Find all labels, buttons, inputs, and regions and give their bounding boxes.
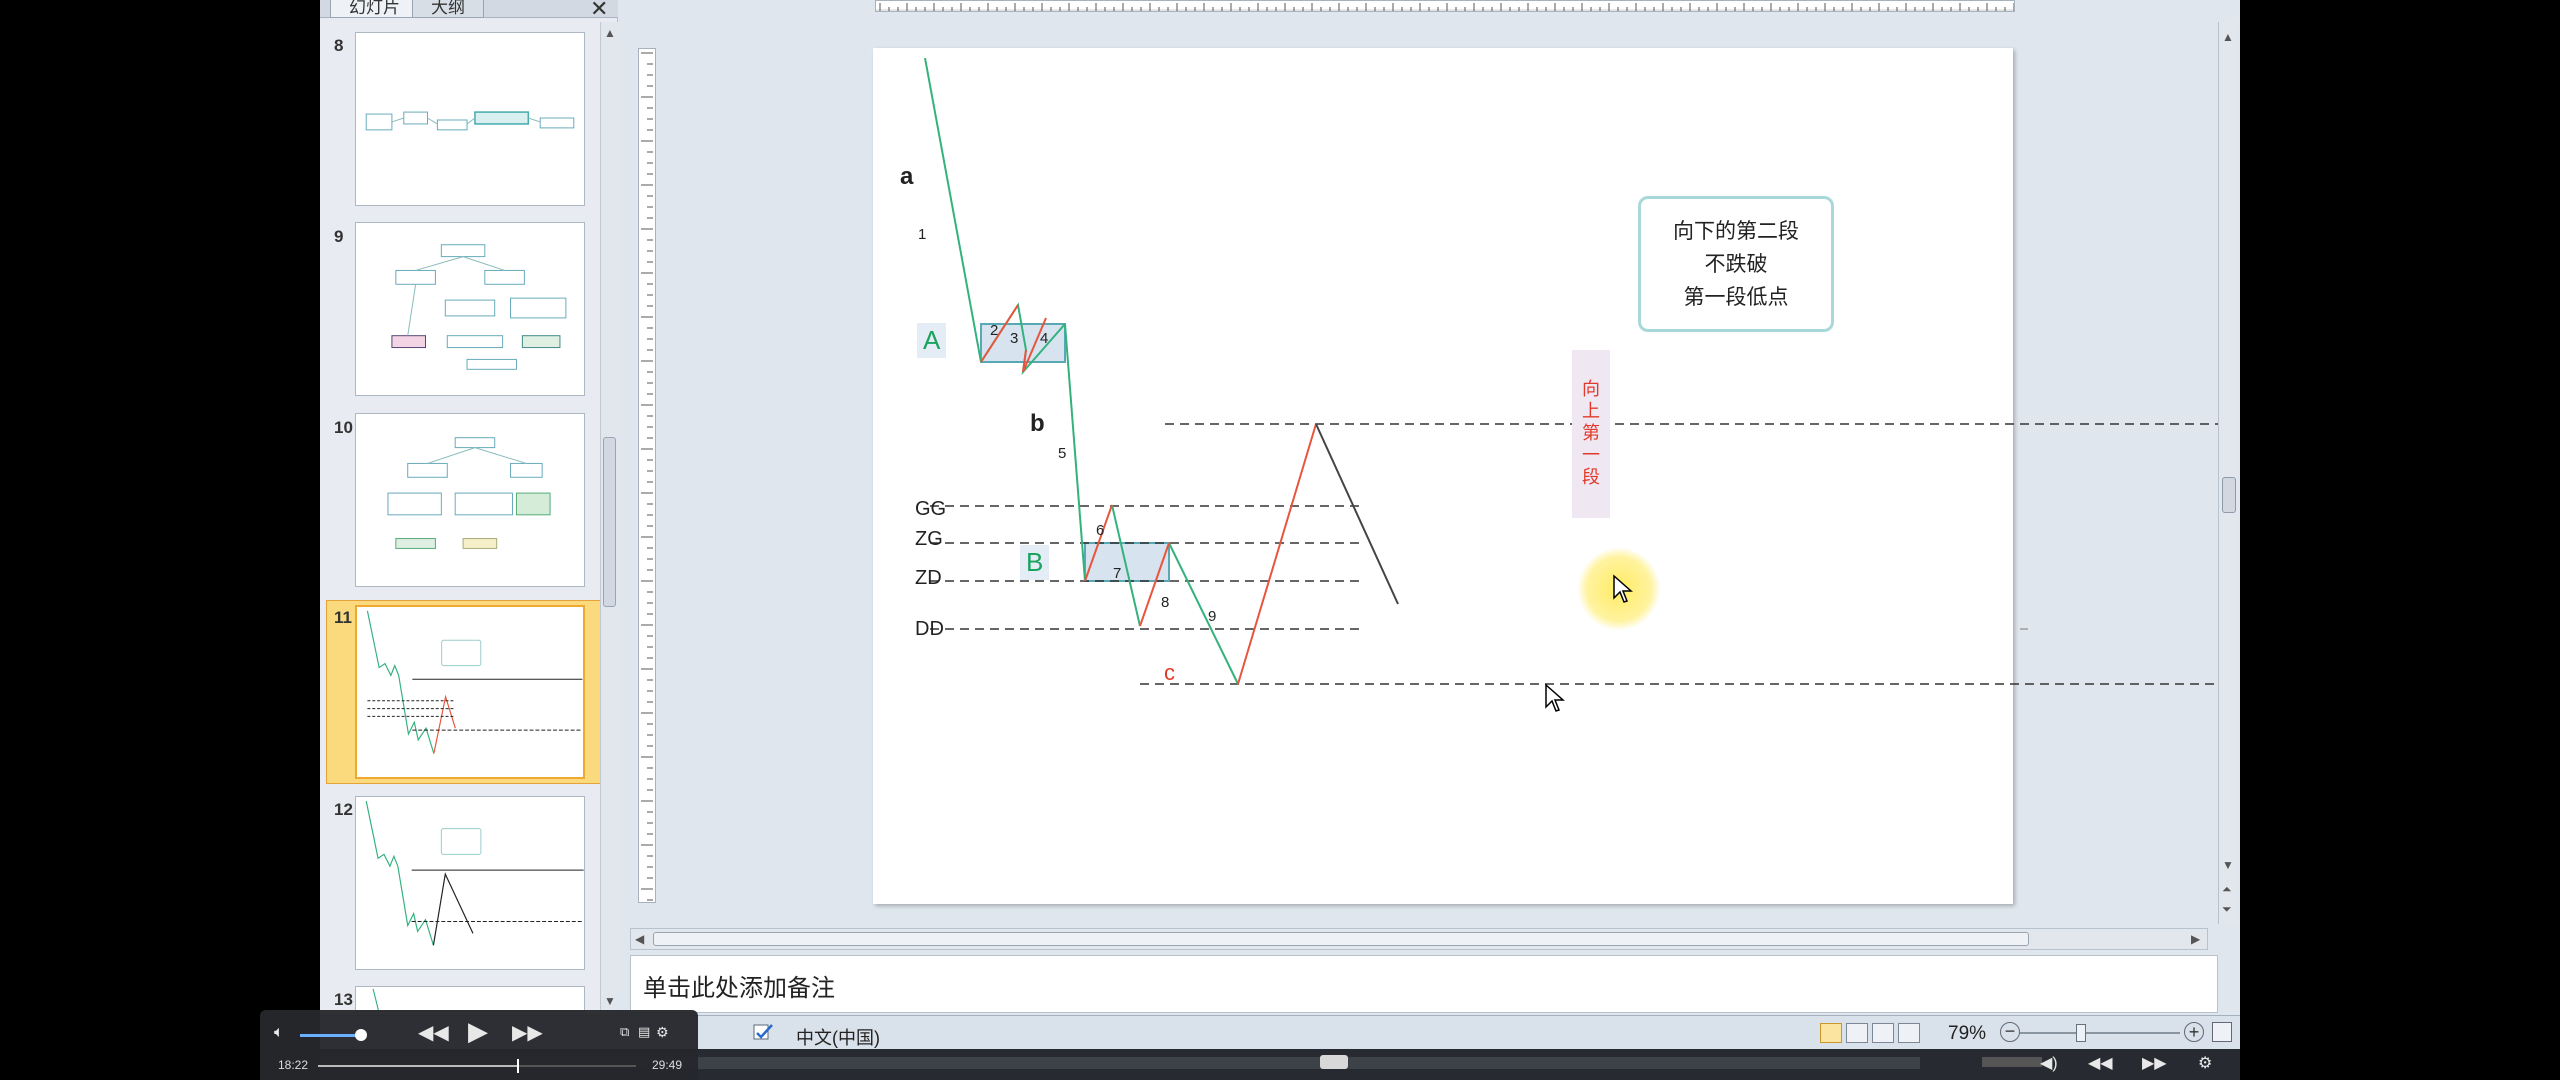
- media-progress-knob[interactable]: [1320, 1055, 1348, 1069]
- next-slide-icon[interactable]: ⏷: [2222, 902, 2232, 917]
- previous-slide-icon[interactable]: ⏶: [2222, 882, 2232, 897]
- pivot-box-B: [1084, 542, 1170, 582]
- up-label-char-3: 第: [1582, 423, 1600, 443]
- scroll-up-icon[interactable]: ▲: [2222, 30, 2234, 44]
- speaker-icon[interactable]: ◀︎): [2040, 1053, 2058, 1073]
- label-9: 9: [1208, 608, 1217, 625]
- label-A: A: [917, 323, 947, 358]
- callout-line-1: 向下的第二段: [1673, 219, 1799, 243]
- up-label-char-2: 上: [1582, 401, 1600, 421]
- slide-sorter-icon[interactable]: [1846, 1023, 1868, 1043]
- play-icon[interactable]: ▶: [468, 1016, 488, 1047]
- slide-horizontal-scrollbar[interactable]: ◀ ▶: [630, 928, 2208, 950]
- settings-gear-icon[interactable]: ⚙: [2198, 1053, 2212, 1073]
- zoom-level[interactable]: 79%: [1948, 1023, 1986, 1045]
- volume-fill: [300, 1034, 358, 1037]
- notes-pane[interactable]: 单击此处添加备注: [630, 955, 2218, 1013]
- fast-forward-icon[interactable]: ▶▶: [2142, 1053, 2167, 1073]
- scroll-left-icon[interactable]: ◀: [635, 932, 644, 946]
- volume-icon[interactable]: 🔈︎: [274, 1024, 284, 1042]
- fit-to-window-icon[interactable]: [2212, 1022, 2232, 1042]
- mouse-cursor-icon: [1613, 574, 1633, 603]
- video-player-controls: 🔈︎ ◀◀ ▶ ▶▶ ⧉ ▤ ⚙ 18:22 29:49: [260, 1010, 698, 1080]
- label-GG: GG: [915, 498, 947, 520]
- language-indicator[interactable]: 中文(中国): [796, 1024, 880, 1050]
- segment-projection: [1315, 423, 1399, 605]
- notes-placeholder: 单击此处添加备注: [643, 975, 835, 1002]
- progress-fill: [318, 1065, 518, 1067]
- label-6: 6: [1096, 522, 1105, 539]
- chart-drawing: [924, 57, 2220, 685]
- segment-9: [1168, 542, 1239, 685]
- zoom-slider-knob[interactable]: [2076, 1024, 2086, 1042]
- settings-gear-icon[interactable]: ⚙: [656, 1024, 669, 1041]
- slideshow-icon[interactable]: [1898, 1023, 1920, 1043]
- slide-vertical-scroll-thumb[interactable]: [2222, 477, 2236, 513]
- label-8: 8: [1161, 594, 1170, 611]
- zoom-out-icon[interactable]: −: [2000, 1022, 2020, 1042]
- zoom-in-icon[interactable]: +: [2184, 1022, 2204, 1042]
- label-2: 2: [990, 322, 999, 339]
- label-1: 1: [918, 226, 927, 243]
- label-c: c: [1164, 660, 1175, 685]
- label-ZG: ZG: [915, 528, 943, 550]
- volume-knob[interactable]: [355, 1029, 367, 1041]
- segment-up-first: [1237, 423, 1317, 685]
- callout-line-2: 不跌破: [1704, 252, 1768, 276]
- callout-textbox[interactable]: 向下的第二段 不跌破 第一段低点: [1638, 196, 1834, 332]
- label-a: a: [900, 163, 914, 190]
- segment-1: [924, 57, 982, 363]
- current-time: 18:22: [278, 1058, 309, 1072]
- callout-line-3: 第一段低点: [1683, 285, 1789, 309]
- media-volume-track[interactable]: [1982, 1057, 2042, 1067]
- normal-view-icon[interactable]: [1820, 1023, 1842, 1043]
- zoom-slider[interactable]: [2020, 1032, 2180, 1034]
- label-5: 5: [1058, 445, 1067, 462]
- fast-forward-icon[interactable]: ▶▶: [512, 1020, 543, 1045]
- up-label-char-5: 段: [1582, 467, 1600, 487]
- slide-vertical-scrollbar[interactable]: ▲ ▼ ⏶ ⏷: [2218, 22, 2238, 924]
- progress-knob[interactable]: [517, 1059, 519, 1073]
- reading-view-icon[interactable]: [1872, 1023, 1894, 1043]
- scroll-down-icon[interactable]: ▼: [2222, 858, 2234, 872]
- scroll-right-icon[interactable]: ▶: [2191, 932, 2200, 946]
- spell-check-icon[interactable]: [752, 1022, 776, 1044]
- pip-icon[interactable]: ⧉: [620, 1024, 629, 1040]
- up-label-char-4: 一: [1582, 445, 1600, 465]
- label-b: b: [1030, 410, 1045, 437]
- subtitles-icon[interactable]: ▤: [638, 1024, 650, 1040]
- rewind-icon[interactable]: ◀◀: [2088, 1053, 2113, 1073]
- rewind-icon[interactable]: ◀◀: [418, 1020, 449, 1045]
- powerpoint-window: 幻灯片 大纲 ✕ 8 9 10 11 12 13 ▲ ▼ a 1 A 2 3 4…: [320, 0, 2240, 1080]
- up-first-segment-label: 向 上 第 一 段: [1572, 378, 1610, 488]
- mouse-cursor-icon: [1545, 683, 1565, 712]
- label-ZD: ZD: [915, 567, 942, 589]
- label-DD: DD: [915, 618, 944, 640]
- label-3: 3: [1010, 330, 1019, 347]
- slide-horizontal-scroll-thumb[interactable]: [653, 932, 2029, 946]
- label-B: B: [1020, 545, 1050, 580]
- total-time: 29:49: [652, 1058, 683, 1072]
- label-7: 7: [1113, 565, 1122, 582]
- up-label-char-1: 向: [1582, 379, 1600, 399]
- label-4: 4: [1040, 330, 1049, 347]
